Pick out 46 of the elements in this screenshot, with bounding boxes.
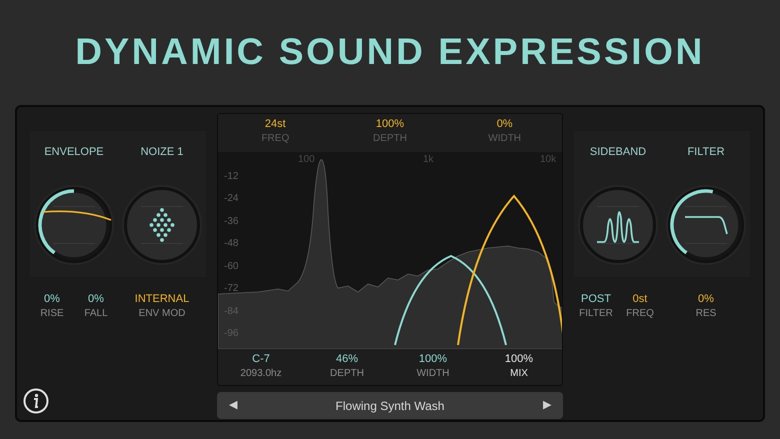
- param-value[interactable]: C-7: [252, 352, 270, 367]
- dot-diamond-icon: [147, 207, 177, 243]
- param-value[interactable]: 100%: [418, 352, 448, 367]
- module-label[interactable]: SIDEBAND: [574, 133, 662, 171]
- page-title: DYNAMIC SOUND EXPRESSION: [75, 30, 705, 74]
- param-label: WIDTH: [416, 367, 450, 380]
- param-label: RES: [696, 307, 716, 321]
- axis-label: -72: [224, 283, 238, 295]
- param-label: 2093.0hz: [240, 367, 282, 380]
- info-icon[interactable]: [23, 388, 49, 414]
- param-label: MIX: [510, 367, 528, 380]
- param-label: FILTER: [579, 307, 613, 321]
- param-value[interactable]: 24st: [264, 117, 286, 132]
- param-label: ENV MOD: [138, 307, 186, 321]
- param-label: FALL: [84, 307, 108, 321]
- preset-name[interactable]: Flowing Synth Wash: [336, 396, 444, 414]
- param-value[interactable]: INTERNAL: [134, 291, 190, 307]
- param-value[interactable]: 0%: [496, 117, 513, 132]
- param-label: FREQ: [261, 132, 290, 145]
- knob[interactable]: [124, 187, 200, 263]
- param-value[interactable]: 0%: [698, 291, 714, 307]
- axis-label: -48: [224, 238, 238, 250]
- next-preset-button[interactable]: ▶: [543, 397, 551, 414]
- param-value[interactable]: 100%: [376, 117, 404, 132]
- param-value[interactable]: 0st: [632, 291, 648, 307]
- knob[interactable]: [580, 187, 656, 263]
- lowpass-filter-icon: [684, 215, 728, 235]
- param-value[interactable]: 46%: [336, 352, 358, 367]
- axis-label: -24: [224, 193, 238, 205]
- axis-label: -36: [224, 216, 238, 228]
- param-label: DEPTH: [373, 132, 407, 145]
- envelope-curve-icon: [42, 210, 112, 222]
- param-label: WIDTH: [488, 132, 522, 145]
- param-label: FREQ: [626, 307, 654, 321]
- module-label[interactable]: FILTER: [662, 133, 750, 171]
- axis-label: -60: [224, 261, 238, 273]
- param-value[interactable]: POST: [581, 291, 611, 307]
- module-label[interactable]: NOIZE 1: [118, 133, 206, 171]
- param-value[interactable]: 0%: [44, 291, 60, 307]
- param-value[interactable]: 0%: [88, 291, 104, 307]
- axis-label: -12: [224, 171, 238, 183]
- previous-preset-button[interactable]: ◀: [229, 397, 237, 414]
- param-value[interactable]: 100%: [504, 352, 534, 367]
- module-label[interactable]: ENVELOPE: [30, 133, 118, 171]
- param-label: DEPTH: [330, 367, 364, 380]
- param-label: RISE: [40, 307, 64, 321]
